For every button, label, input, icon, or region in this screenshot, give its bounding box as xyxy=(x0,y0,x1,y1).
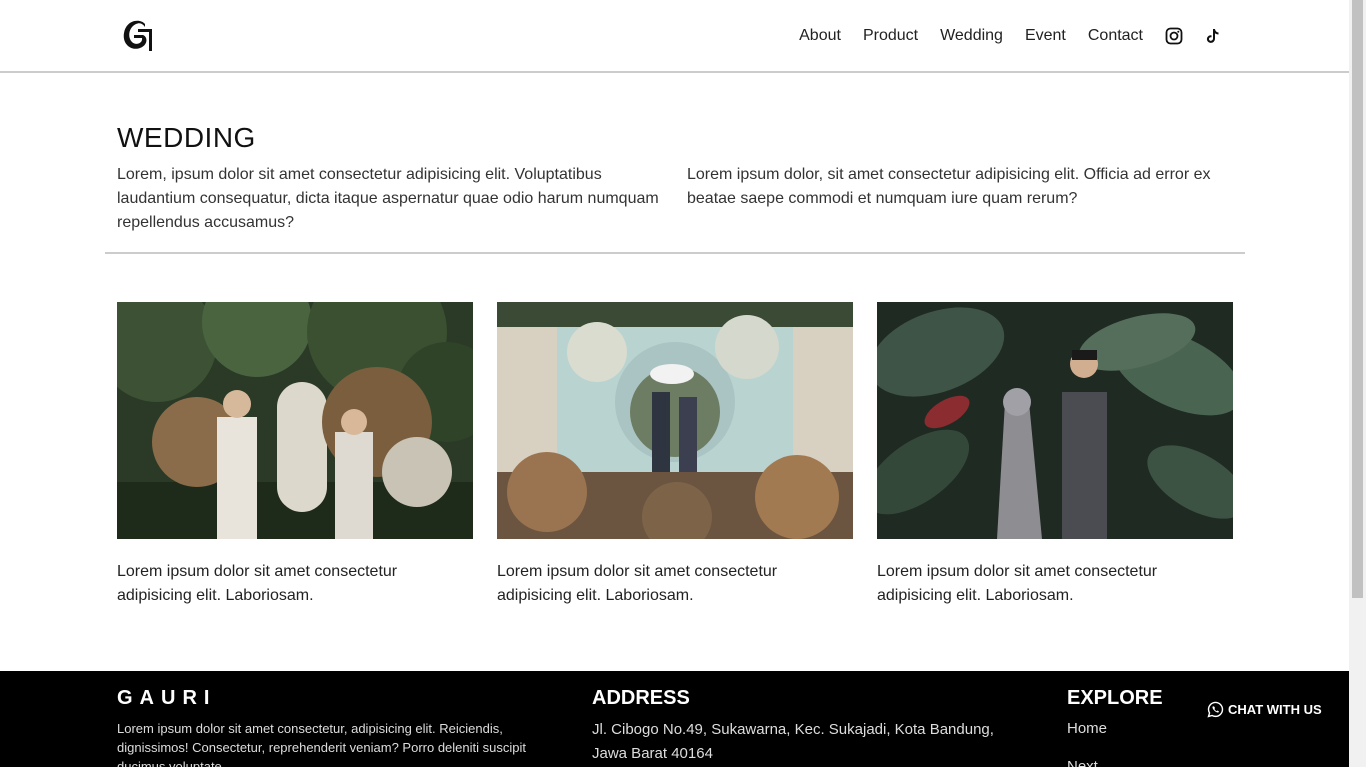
whatsapp-icon xyxy=(1207,701,1224,718)
page-scrollbar[interactable] xyxy=(1349,0,1366,767)
brand-logo[interactable] xyxy=(118,15,158,55)
nav-contact[interactable]: Contact xyxy=(1088,26,1143,46)
card-caption: Lorem ipsum dolor sit amet consectetur a… xyxy=(497,563,778,604)
footer-brand: GAURI xyxy=(117,687,217,709)
footer-explore-heading: EXPLORE xyxy=(1067,687,1163,709)
wedding-photo-couple-traditional[interactable] xyxy=(117,302,473,539)
logo-icon xyxy=(123,20,152,51)
site-footer: GAURI Lorem ipsum dolor sit amet consect… xyxy=(0,671,1349,767)
nav-wedding[interactable]: Wedding xyxy=(940,26,1003,46)
wedding-photo-couple-garden[interactable] xyxy=(877,302,1233,539)
main-nav: About Product Wedding Event Contact xyxy=(777,26,1221,46)
footer-link-home[interactable]: Home xyxy=(1067,720,1107,737)
nav-about[interactable]: About xyxy=(799,26,841,46)
gallery-card[interactable]: Lorem ipsum dolor sit amet consectetur a… xyxy=(877,302,1233,608)
instagram-icon[interactable] xyxy=(1165,27,1183,45)
site-header: About Product Wedding Event Contact xyxy=(0,0,1349,73)
page-title: WEDDING xyxy=(117,122,256,153)
card-caption: Lorem ipsum dolor sit amet consectetur a… xyxy=(117,563,398,604)
chat-label: CHAT WITH US xyxy=(1228,702,1322,717)
footer-address: Jl. Cibogo No.49, Sukawarna, Kec. Sukaja… xyxy=(592,721,994,762)
footer-link-next[interactable]: Next xyxy=(1067,758,1098,767)
footer-address-heading: ADDRESS xyxy=(592,687,690,709)
wedding-photo-decor-stage[interactable] xyxy=(497,302,853,539)
card-caption: Lorem ipsum dolor sit amet consectetur a… xyxy=(877,563,1158,604)
intro-text-right: Lorem ipsum dolor, sit amet consectetur … xyxy=(687,166,1211,207)
nav-product[interactable]: Product xyxy=(863,26,918,46)
intro-text-left: Lorem, ipsum dolor sit amet consectetur … xyxy=(117,166,659,231)
tiktok-icon[interactable] xyxy=(1203,27,1221,45)
footer-description: Lorem ipsum dolor sit amet consectetur, … xyxy=(117,721,526,767)
gallery-card[interactable]: Lorem ipsum dolor sit amet consectetur a… xyxy=(117,302,473,608)
section-divider xyxy=(105,252,1245,254)
gallery-card[interactable]: Lorem ipsum dolor sit amet consectetur a… xyxy=(497,302,853,608)
scrollbar-thumb[interactable] xyxy=(1352,0,1363,598)
chat-with-us-button[interactable]: CHAT WITH US xyxy=(1207,701,1322,718)
nav-event[interactable]: Event xyxy=(1025,26,1066,46)
